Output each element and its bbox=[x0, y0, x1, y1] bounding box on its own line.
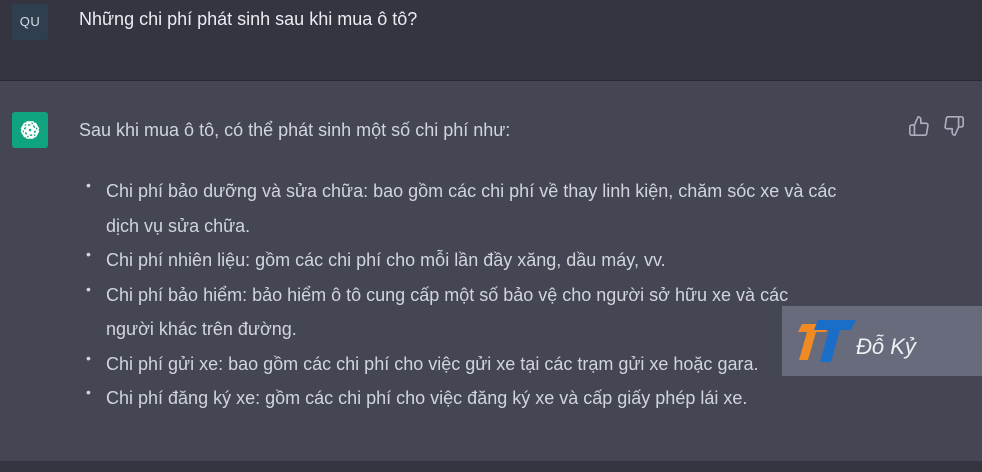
user-avatar: QU bbox=[12, 4, 48, 40]
list-item: • Chi phí bảo dưỡng và sửa chữa: bao gồm… bbox=[86, 174, 906, 243]
bullet-dot: • bbox=[86, 246, 91, 262]
list-item-text: Chi phí đăng ký xe: gồm các chi phí cho … bbox=[106, 388, 748, 408]
watermark-text: Đỗ Kỷ bbox=[856, 334, 916, 359]
list-item-text: Chi phí bảo dưỡng và sửa chữa: bao gồm c… bbox=[106, 181, 837, 201]
list-item-text-cont: dịch vụ sửa chữa. bbox=[106, 215, 251, 236]
thumbs-down-icon[interactable] bbox=[943, 115, 965, 137]
bullet-dot: • bbox=[86, 177, 91, 193]
bottom-strip bbox=[0, 461, 982, 472]
bullet-dot: • bbox=[86, 384, 91, 400]
assistant-bullet-list: • Chi phí bảo dưỡng và sửa chữa: bao gồm… bbox=[86, 174, 906, 416]
assistant-intro: Sau khi mua ô tô, có thể phát sinh một s… bbox=[79, 120, 511, 140]
watermark-logo-icon bbox=[796, 318, 858, 369]
user-message-row: QU Những chi phí phát sinh sau khi mua ô… bbox=[0, 0, 982, 81]
user-question: Những chi phí phát sinh sau khi mua ô tô… bbox=[79, 9, 418, 29]
bullet-dot: • bbox=[86, 349, 91, 366]
assistant-avatar bbox=[12, 112, 48, 148]
list-item-text: Chi phí bảo hiểm: bảo hiểm ô tô cung cấp… bbox=[106, 284, 789, 305]
list-item-text: Chi phí nhiên liệu: gồm các chi phí cho … bbox=[106, 250, 666, 270]
list-item: • Chi phí nhiên liệu: gồm các chi phí ch… bbox=[86, 243, 906, 278]
thumbs-up-icon[interactable] bbox=[908, 115, 930, 137]
list-item: • Chi phí đăng ký xe: gồm các chi phí ch… bbox=[86, 381, 906, 416]
list-item-text-cont: người khác trên đường. bbox=[106, 319, 297, 339]
watermark: Đỗ Kỷ bbox=[782, 306, 982, 376]
bullet-dot: • bbox=[86, 280, 91, 297]
assistant-message-row: Sau khi mua ô tô, có thể phát sinh một s… bbox=[0, 81, 982, 461]
list-item-text: Chi phí gửi xe: bao gồm các chi phí cho … bbox=[106, 353, 759, 374]
